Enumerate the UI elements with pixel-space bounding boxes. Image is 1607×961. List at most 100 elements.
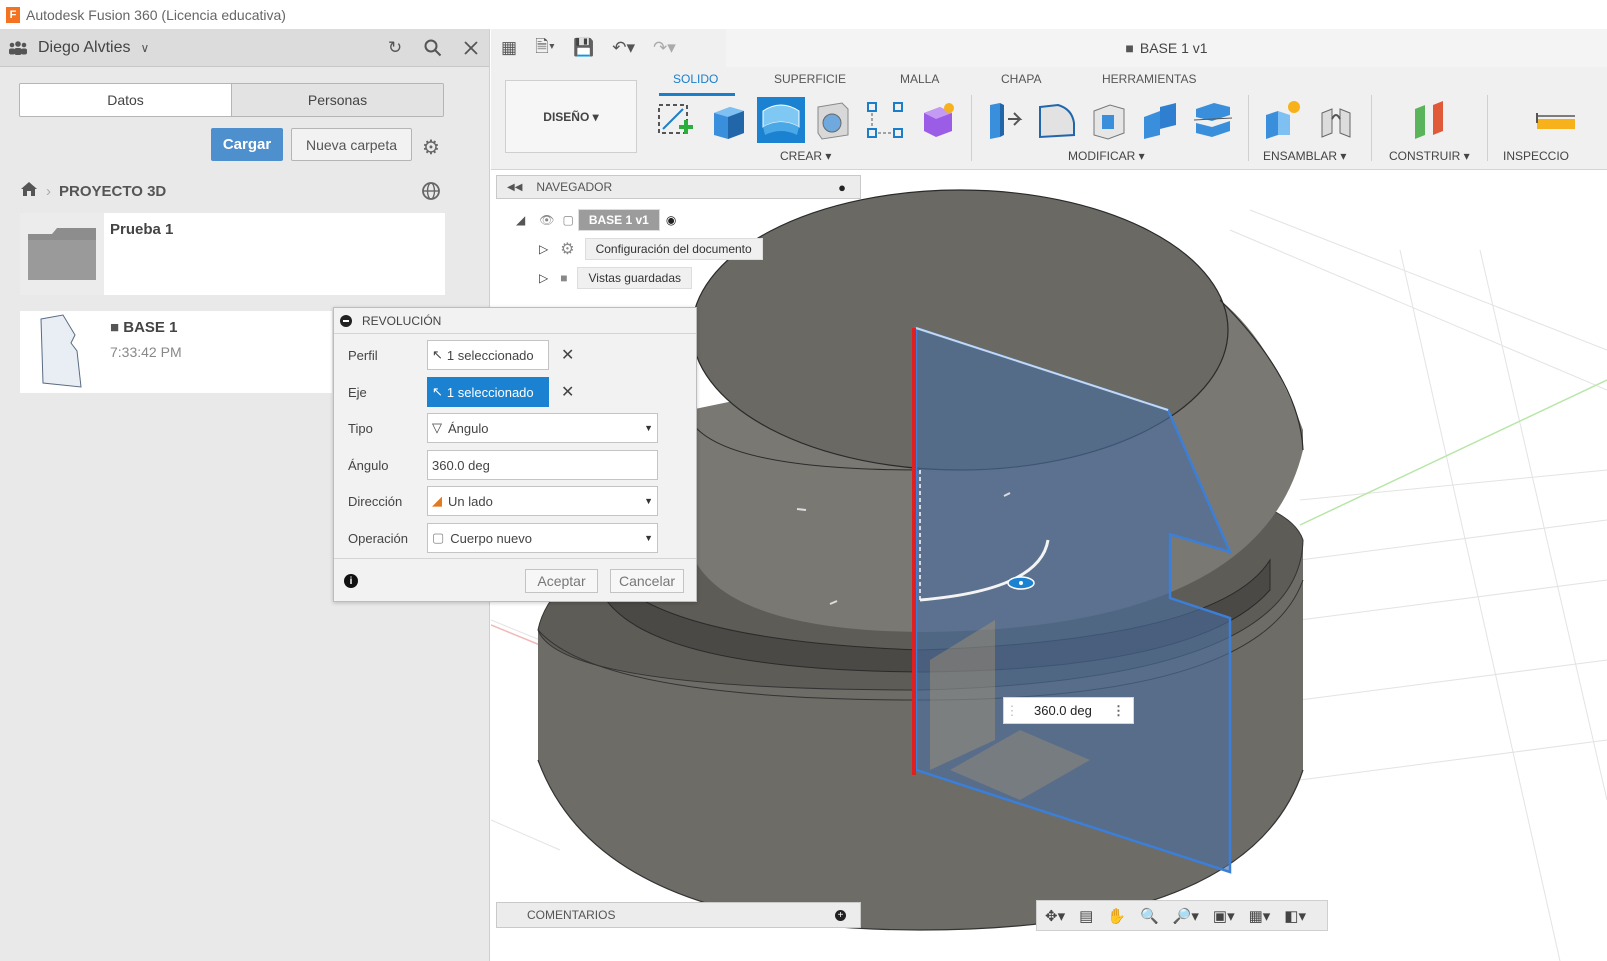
gear-icon: ⚙ bbox=[560, 241, 575, 258]
create-form-icon[interactable] bbox=[916, 99, 958, 141]
file-menu-icon[interactable]: 🗎▾ bbox=[535, 34, 555, 63]
type-dropdown[interactable]: ▽ Ángulo ▼ bbox=[427, 413, 658, 443]
item-name: ■ BASE 1 bbox=[110, 319, 178, 336]
drag-handle-icon[interactable]: ⋮ bbox=[1004, 703, 1020, 719]
direction-dropdown[interactable]: ◢ Un lado ▼ bbox=[427, 486, 658, 516]
group-assemble[interactable]: ENSAMBLAR ▾ bbox=[1263, 149, 1346, 163]
browser-panel[interactable]: ◀◀ NAVEGADOR ● bbox=[496, 175, 861, 199]
list-item-design[interactable]: ■ BASE 1 7:33:42 PM bbox=[20, 311, 332, 393]
new-component-icon[interactable] bbox=[1262, 99, 1304, 141]
workspace-switcher-button[interactable]: DISEÑO ▾ bbox=[505, 80, 637, 153]
shell-icon[interactable] bbox=[1088, 99, 1130, 141]
user-name[interactable]: Diego Alvties bbox=[38, 39, 131, 57]
create-sketch-icon[interactable] bbox=[655, 99, 697, 141]
tab-herramientas[interactable]: HERRAMIENTAS bbox=[1102, 72, 1196, 86]
fusion-logo-icon: F bbox=[6, 6, 20, 23]
tab-superficie[interactable]: SUPERFICIE bbox=[774, 72, 846, 86]
team-icon bbox=[9, 40, 27, 55]
fillet-icon[interactable] bbox=[1036, 99, 1078, 141]
tab-chapa[interactable]: CHAPA bbox=[1001, 72, 1041, 86]
tab-malla[interactable]: MALLA bbox=[900, 72, 939, 86]
angle-row: Ángulo 360.0 deg bbox=[348, 450, 658, 480]
tree-row-root[interactable]: ◢ 👁 ▢ BASE 1 v1 ◉ bbox=[516, 209, 676, 231]
save-icon[interactable]: 💾 bbox=[573, 38, 594, 58]
profile-selector[interactable]: ↖ 1 seleccionado bbox=[427, 340, 549, 370]
pan-icon[interactable]: ✋ bbox=[1107, 907, 1126, 925]
breadcrumb: › PROYECTO 3D bbox=[20, 181, 166, 202]
orbit-icon[interactable]: ✥▾ bbox=[1045, 907, 1065, 925]
tab-datos[interactable]: Datos bbox=[20, 84, 231, 116]
close-icon[interactable] bbox=[461, 38, 481, 58]
expand-icon[interactable]: ▷ bbox=[539, 271, 548, 285]
info-icon[interactable]: i bbox=[344, 574, 358, 588]
revolve-icon[interactable] bbox=[757, 97, 805, 143]
tab-personas[interactable]: Personas bbox=[231, 84, 443, 116]
new-folder-button[interactable]: Nueva carpeta bbox=[291, 128, 412, 161]
operation-dropdown[interactable]: ▢ Cuerpo nuevo ▼ bbox=[427, 523, 658, 553]
upload-button[interactable]: Cargar bbox=[211, 128, 283, 161]
quick-access-toolbar: ▦ 🗎▾ 💾 ↶▾ ↷▾ bbox=[491, 29, 726, 67]
grid-settings-icon[interactable]: ▦▾ bbox=[1249, 907, 1271, 925]
app-grid-icon[interactable]: ▦ bbox=[501, 38, 517, 58]
collapse-icon[interactable]: ◀◀ bbox=[507, 182, 522, 193]
press-pull-icon[interactable] bbox=[984, 99, 1026, 141]
design-thumbnail bbox=[20, 311, 104, 393]
group-modify[interactable]: MODIFICAR ▾ bbox=[1068, 149, 1145, 163]
minimize-icon[interactable]: ● bbox=[838, 180, 846, 195]
item-time: 7:33:42 PM bbox=[110, 344, 182, 360]
separator bbox=[1487, 95, 1488, 161]
chevron-down-icon[interactable]: ∨ bbox=[141, 41, 150, 55]
tree-row-document-settings[interactable]: ▷ ⚙ Configuración del documento bbox=[539, 238, 763, 260]
document-tab[interactable]: ■ BASE 1 v1 bbox=[726, 29, 1607, 67]
extrude-icon[interactable] bbox=[708, 99, 750, 141]
angle-manipulator-input[interactable]: ⋮ 360.0 deg ⋮ bbox=[1003, 697, 1134, 724]
cancel-button[interactable]: Cancelar bbox=[610, 569, 684, 593]
undo-icon[interactable]: ↶▾ bbox=[612, 38, 635, 58]
tree-label: BASE 1 v1 bbox=[577, 209, 660, 231]
group-construct[interactable]: CONSTRUIR ▾ bbox=[1389, 149, 1470, 163]
add-comment-icon[interactable]: + bbox=[835, 909, 846, 921]
angle-input[interactable]: 360.0 deg bbox=[427, 450, 658, 480]
split-body-icon[interactable] bbox=[1192, 99, 1234, 141]
tree-row-saved-views[interactable]: ▷ ■ Vistas guardadas bbox=[539, 267, 692, 289]
rectangular-pattern-icon[interactable] bbox=[864, 99, 906, 141]
sweep-icon[interactable] bbox=[812, 99, 854, 141]
more-options-icon[interactable]: ⋮ bbox=[1112, 703, 1125, 719]
group-inspect[interactable]: INSPECCIO bbox=[1503, 149, 1569, 163]
measure-icon[interactable] bbox=[1533, 99, 1575, 141]
home-icon[interactable] bbox=[20, 181, 38, 202]
activate-radio-icon[interactable]: ◉ bbox=[666, 213, 676, 227]
fit-icon[interactable]: 🔎▾ bbox=[1173, 907, 1199, 925]
joint-icon[interactable] bbox=[1316, 99, 1358, 141]
zoom-icon[interactable]: 🔍 bbox=[1140, 907, 1159, 925]
caret-down-icon: ▾ bbox=[592, 109, 599, 124]
search-icon[interactable] bbox=[423, 38, 443, 58]
comments-panel[interactable]: COMENTARIOS + bbox=[496, 902, 861, 928]
offset-plane-icon[interactable] bbox=[1409, 99, 1451, 141]
clear-selection-icon[interactable]: ✕ bbox=[561, 345, 574, 365]
separator bbox=[971, 95, 972, 161]
viewports-icon[interactable]: ◧▾ bbox=[1284, 907, 1306, 925]
look-at-icon[interactable]: ▤ bbox=[1079, 907, 1093, 925]
axis-selector[interactable]: ↖ 1 seleccionado bbox=[427, 377, 549, 407]
dialog-header[interactable]: REVOLUCIÓN bbox=[334, 308, 696, 334]
display-settings-icon[interactable]: ▣▾ bbox=[1213, 907, 1235, 925]
tab-solido[interactable]: SOLIDO bbox=[673, 72, 718, 86]
expand-icon[interactable]: ▷ bbox=[539, 242, 548, 256]
minimize-icon[interactable] bbox=[340, 314, 352, 327]
clear-selection-icon[interactable]: ✕ bbox=[561, 382, 574, 402]
ok-button[interactable]: Aceptar bbox=[525, 569, 598, 593]
list-item-folder[interactable]: Prueba 1 bbox=[20, 213, 445, 295]
angle-icon: ▽ bbox=[432, 420, 442, 435]
axis-label: Eje bbox=[348, 384, 367, 400]
breadcrumb-project[interactable]: PROYECTO 3D bbox=[59, 183, 166, 200]
gear-icon[interactable]: ⚙ bbox=[422, 135, 440, 160]
group-create[interactable]: CREAR ▾ bbox=[780, 149, 831, 163]
globe-icon[interactable] bbox=[421, 181, 441, 206]
eye-icon[interactable]: 👁 bbox=[539, 213, 554, 227]
redo-icon[interactable]: ↷▾ bbox=[653, 38, 676, 58]
title-bar: F Autodesk Fusion 360 (Licencia educativ… bbox=[0, 0, 1607, 29]
combine-icon[interactable] bbox=[1140, 99, 1182, 141]
expand-icon[interactable]: ◢ bbox=[516, 213, 525, 227]
refresh-icon[interactable]: ↻ bbox=[385, 38, 405, 58]
